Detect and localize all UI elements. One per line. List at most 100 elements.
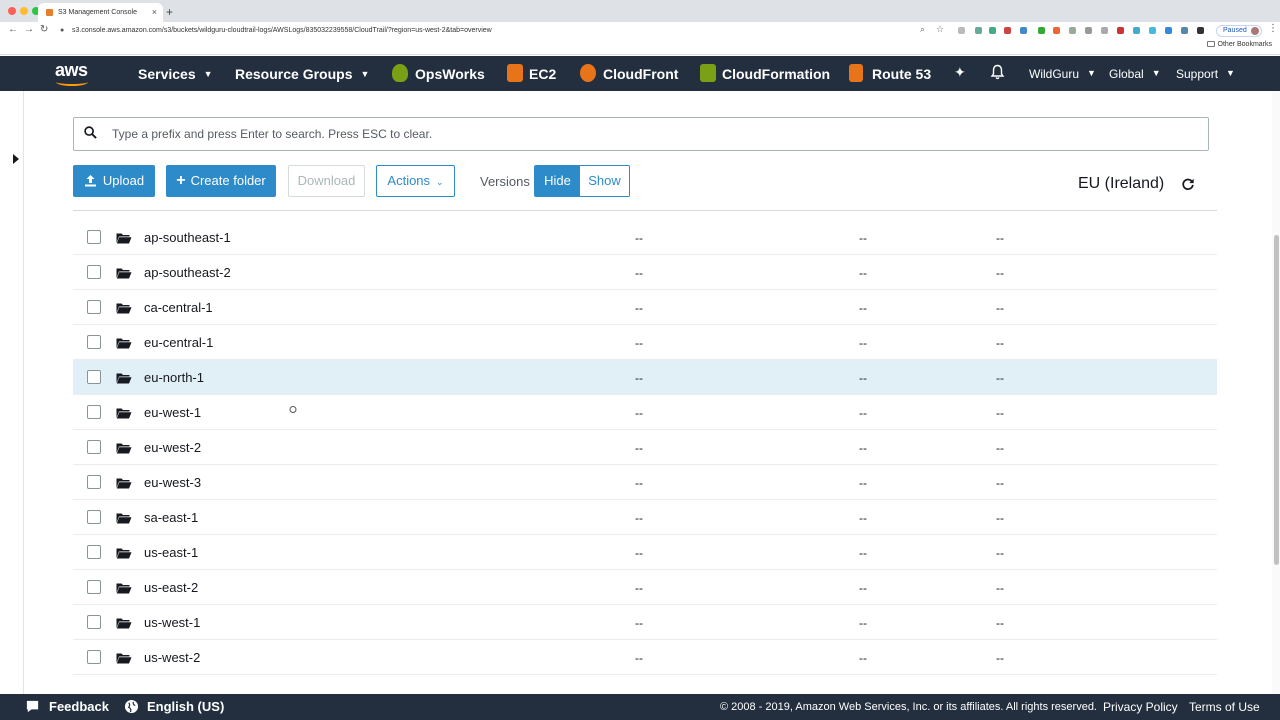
row-checkbox[interactable] (87, 510, 101, 524)
row-checkbox[interactable] (87, 300, 101, 314)
forward-icon[interactable]: → (24, 24, 34, 35)
extension-icon[interactable] (1133, 27, 1140, 34)
privacy-policy-link[interactable]: Privacy Policy (1103, 700, 1178, 714)
language-selector[interactable]: English (US) (147, 699, 224, 714)
bucket-region: EU (Ireland) (1078, 175, 1165, 192)
new-tab-icon[interactable]: + (166, 3, 173, 21)
gmail-extension-icon[interactable] (1004, 27, 1011, 34)
table-row[interactable]: us-west-2 -- -- -- (73, 640, 1217, 675)
shortcut-opsworks[interactable]: OpsWorks (415, 66, 485, 82)
extension-icon[interactable] (1053, 27, 1060, 34)
shortcut-route53[interactable]: Route 53 (872, 66, 931, 82)
reload-icon[interactable]: ↻ (40, 24, 48, 35)
table-row[interactable]: eu-central-1 -- -- -- (73, 325, 1217, 360)
table-row[interactable]: eu-north-1 -- -- -- (73, 360, 1217, 395)
extension-icon[interactable] (1165, 27, 1172, 34)
pin-icon[interactable]: ✦ (954, 64, 966, 81)
profile-button[interactable]: Paused (1216, 25, 1262, 37)
browser-menu-icon[interactable]: ⋮ (1268, 23, 1278, 34)
folder-name-link[interactable]: eu-west-1 (144, 405, 201, 420)
table-row[interactable]: us-east-1 -- -- -- (73, 535, 1217, 570)
row-checkbox[interactable] (87, 440, 101, 454)
row-checkbox[interactable] (87, 370, 101, 384)
zoom-icon[interactable]: ⌕ (920, 24, 925, 35)
table-row[interactable]: us-west-1 -- -- -- (73, 605, 1217, 640)
row-checkbox[interactable] (87, 650, 101, 664)
create-folder-button[interactable]: + Create folder (166, 165, 276, 197)
row-checkbox[interactable] (87, 475, 101, 489)
table-row[interactable]: eu-west-3 -- -- -- (73, 465, 1217, 500)
actions-dropdown[interactable]: Actions ⌄ (376, 165, 455, 197)
region-menu[interactable]: Global ▼ (1109, 67, 1161, 81)
back-icon[interactable]: ← (8, 24, 18, 35)
extension-icon[interactable] (1117, 27, 1124, 34)
extension-icon[interactable] (1181, 27, 1188, 34)
minimize-window-icon[interactable] (20, 7, 28, 15)
extension-icon[interactable] (1197, 27, 1204, 34)
folder-name-link[interactable]: eu-west-2 (144, 440, 201, 455)
storage-class-cell: -- (996, 651, 1004, 665)
shortcut-cloudfront[interactable]: CloudFront (603, 66, 678, 82)
close-window-icon[interactable] (8, 7, 16, 15)
shortcut-cloudformation[interactable]: CloudFormation (722, 66, 830, 82)
shortcut-ec2[interactable]: EC2 (529, 66, 556, 82)
extension-icon[interactable] (1038, 27, 1045, 34)
extension-icon[interactable] (989, 27, 996, 34)
row-checkbox[interactable] (87, 230, 101, 244)
bookmark-star-icon[interactable]: ☆ (936, 24, 944, 35)
upload-button[interactable]: Upload (73, 165, 155, 197)
hide-versions-button[interactable]: Hide (535, 166, 580, 196)
table-row[interactable]: ap-southeast-1 -- -- -- (73, 220, 1217, 255)
chevron-down-icon: ▼ (360, 69, 370, 79)
last-modified-cell: -- (635, 616, 643, 630)
browser-tab[interactable]: S3 Management Console × (38, 3, 163, 22)
extension-icon[interactable] (1149, 27, 1156, 34)
row-checkbox[interactable] (87, 545, 101, 559)
bell-icon[interactable] (990, 64, 1005, 83)
extension-icon[interactable] (1020, 27, 1027, 34)
console-footer: Feedback English (US) © 2008 - 2019, Ama… (0, 694, 1280, 720)
address-bar[interactable]: ● s3.console.aws.amazon.com/s3/buckets/w… (56, 23, 956, 38)
folder-name-link[interactable]: ca-central-1 (144, 300, 213, 315)
folder-name-link[interactable]: us-west-1 (144, 615, 200, 630)
scrollbar-thumb[interactable] (1274, 235, 1279, 565)
folder-name-link[interactable]: us-east-2 (144, 580, 198, 595)
table-row[interactable]: sa-east-1 -- -- -- (73, 500, 1217, 535)
folder-name-link[interactable]: eu-north-1 (144, 370, 204, 385)
row-checkbox[interactable] (87, 405, 101, 419)
row-checkbox[interactable] (87, 265, 101, 279)
table-row[interactable]: ap-southeast-2 -- -- -- (73, 255, 1217, 290)
other-bookmarks[interactable]: Other Bookmarks (1206, 41, 1272, 48)
table-row[interactable]: eu-west-1 -- -- -- (73, 395, 1217, 430)
services-menu[interactable]: Services ▼ (138, 66, 213, 82)
extension-icon[interactable] (1085, 27, 1092, 34)
table-row[interactable]: eu-west-2 -- -- -- (73, 430, 1217, 465)
resource-groups-menu[interactable]: Resource Groups ▼ (235, 66, 369, 82)
extension-icon[interactable] (958, 27, 965, 34)
account-menu[interactable]: WildGuru ▼ (1029, 67, 1096, 81)
search-input[interactable] (112, 118, 1192, 150)
folder-name-link[interactable]: eu-west-3 (144, 475, 201, 490)
show-versions-button[interactable]: Show (580, 166, 629, 196)
download-button[interactable]: Download (288, 165, 365, 197)
extension-icon[interactable] (975, 27, 982, 34)
expand-sidebar-icon[interactable] (13, 154, 19, 164)
folder-name-link[interactable]: ap-southeast-1 (144, 230, 231, 245)
extension-icon[interactable] (1069, 27, 1076, 34)
folder-name-link[interactable]: us-east-1 (144, 545, 198, 560)
folder-name-link[interactable]: eu-central-1 (144, 335, 213, 350)
terms-of-use-link[interactable]: Terms of Use (1189, 700, 1260, 714)
row-checkbox[interactable] (87, 615, 101, 629)
support-menu[interactable]: Support ▼ (1176, 67, 1235, 81)
table-row[interactable]: us-east-2 -- -- -- (73, 570, 1217, 605)
refresh-icon[interactable] (1181, 177, 1195, 191)
row-checkbox[interactable] (87, 580, 101, 594)
tab-close-icon[interactable]: × (152, 3, 157, 22)
folder-name-link[interactable]: us-west-2 (144, 650, 200, 665)
row-checkbox[interactable] (87, 335, 101, 349)
folder-name-link[interactable]: ap-southeast-2 (144, 265, 231, 280)
extension-icon[interactable] (1101, 27, 1108, 34)
folder-name-link[interactable]: sa-east-1 (144, 510, 198, 525)
feedback-link[interactable]: Feedback (49, 699, 109, 714)
table-row[interactable]: ca-central-1 -- -- -- (73, 290, 1217, 325)
